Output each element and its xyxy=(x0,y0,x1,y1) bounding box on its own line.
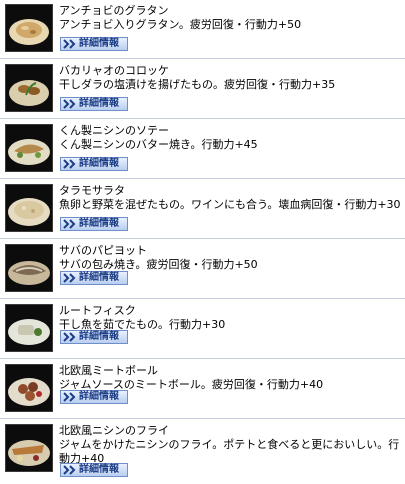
row-divider xyxy=(0,58,405,59)
double-chevron-right-icon xyxy=(62,98,78,110)
detail-button-label: 詳細情報 xyxy=(79,218,119,229)
dish-thumbnail xyxy=(5,424,53,472)
detail-button-label: 詳細情報 xyxy=(79,98,119,109)
dish-name: バカリャオのコロッケ xyxy=(59,64,169,77)
detail-button-label: 詳細情報 xyxy=(79,158,119,169)
double-chevron-right-icon xyxy=(62,38,78,50)
dish-description: くん製ニシンのバター焼き。行動力+45 xyxy=(59,138,258,151)
detail-button[interactable]: 詳細情報 xyxy=(60,217,128,231)
double-chevron-right-icon xyxy=(62,218,78,230)
detail-button-label: 詳細情報 xyxy=(79,38,119,49)
detail-button[interactable]: 詳細情報 xyxy=(60,390,128,404)
row-divider xyxy=(0,238,405,239)
dish-description: サバの包み焼き。疲労回復・行動力+50 xyxy=(59,258,258,271)
dish-name: タラモサラタ xyxy=(59,184,125,197)
list-item: バカリャオのコロッケ 干しダラの塩漬けを揚げたもの。疲労回復・行動力+35 詳細… xyxy=(0,60,405,119)
list-item: 北欧風ミートボール ジャムソースのミートボール。疲労回復・行動力+40 詳細情報 xyxy=(0,360,405,419)
dish-description: 干しダラの塩漬けを揚げたもの。疲労回復・行動力+35 xyxy=(59,78,336,91)
dish-name: 北欧風ミートボール xyxy=(59,364,158,377)
dish-thumbnail xyxy=(5,364,53,412)
double-chevron-right-icon xyxy=(62,272,78,284)
detail-button[interactable]: 詳細情報 xyxy=(60,157,128,171)
row-divider xyxy=(0,418,405,419)
detail-button-label: 詳細情報 xyxy=(79,272,119,283)
detail-button[interactable]: 詳細情報 xyxy=(60,97,128,111)
dish-thumbnail xyxy=(5,124,53,172)
list-item: くん製ニシンのソテー くん製ニシンのバター焼き。行動力+45 詳細情報 xyxy=(0,120,405,179)
list-item: タラモサラタ 魚卵と野菜を混ぜたもの。ワインにも合う。壊血病回復・行動力+30 … xyxy=(0,180,405,239)
dish-thumbnail xyxy=(5,244,53,292)
list-item: ルートフィスク 干し魚を茹でたもの。行動力+30 詳細情報 xyxy=(0,300,405,359)
detail-button-label: 詳細情報 xyxy=(79,391,119,402)
double-chevron-right-icon xyxy=(62,331,78,343)
detail-button[interactable]: 詳細情報 xyxy=(60,37,128,51)
detail-button-label: 詳細情報 xyxy=(79,464,119,475)
row-divider xyxy=(0,178,405,179)
dish-thumbnail xyxy=(5,184,53,232)
list-item: アンチョビのグラタン アンチョビ入りグラタン。疲労回復・行動力+50 詳細情報 xyxy=(0,0,405,59)
dish-name: 北欧風ニシンのフライ xyxy=(59,424,169,437)
dish-thumbnail xyxy=(5,64,53,112)
detail-button-label: 詳細情報 xyxy=(79,331,119,342)
list-item: 北欧風ニシンのフライ ジャムをかけたニシンのフライ。ポテトと食べると更においしい… xyxy=(0,420,405,484)
dish-thumbnail xyxy=(5,4,53,52)
dish-name: くん製ニシンのソテー xyxy=(59,124,169,137)
detail-button[interactable]: 詳細情報 xyxy=(60,330,128,344)
detail-button[interactable]: 詳細情報 xyxy=(60,463,128,477)
dish-thumbnail xyxy=(5,304,53,352)
dish-name: ルートフィスク xyxy=(59,304,136,317)
dish-name: アンチョビのグラタン xyxy=(59,4,169,17)
row-divider xyxy=(0,358,405,359)
row-divider xyxy=(0,118,405,119)
list-item: サバのパピヨット サバの包み焼き。疲労回復・行動力+50 詳細情報 xyxy=(0,240,405,299)
dish-description: アンチョビ入りグラタン。疲労回復・行動力+50 xyxy=(59,18,302,31)
dish-description: 魚卵と野菜を混ぜたもの。ワインにも合う。壊血病回復・行動力+30 xyxy=(59,198,401,211)
detail-button[interactable]: 詳細情報 xyxy=(60,271,128,285)
dish-name: サバのパピヨット xyxy=(59,244,147,257)
row-divider xyxy=(0,298,405,299)
double-chevron-right-icon xyxy=(62,158,78,170)
double-chevron-right-icon xyxy=(62,391,78,403)
double-chevron-right-icon xyxy=(62,464,78,476)
dish-list: アンチョビのグラタン アンチョビ入りグラタン。疲労回復・行動力+50 詳細情報 … xyxy=(0,0,405,484)
dish-description: ジャムをかけたニシンのフライ。ポテトと食べると更においしい。行動力+40 xyxy=(59,438,400,465)
